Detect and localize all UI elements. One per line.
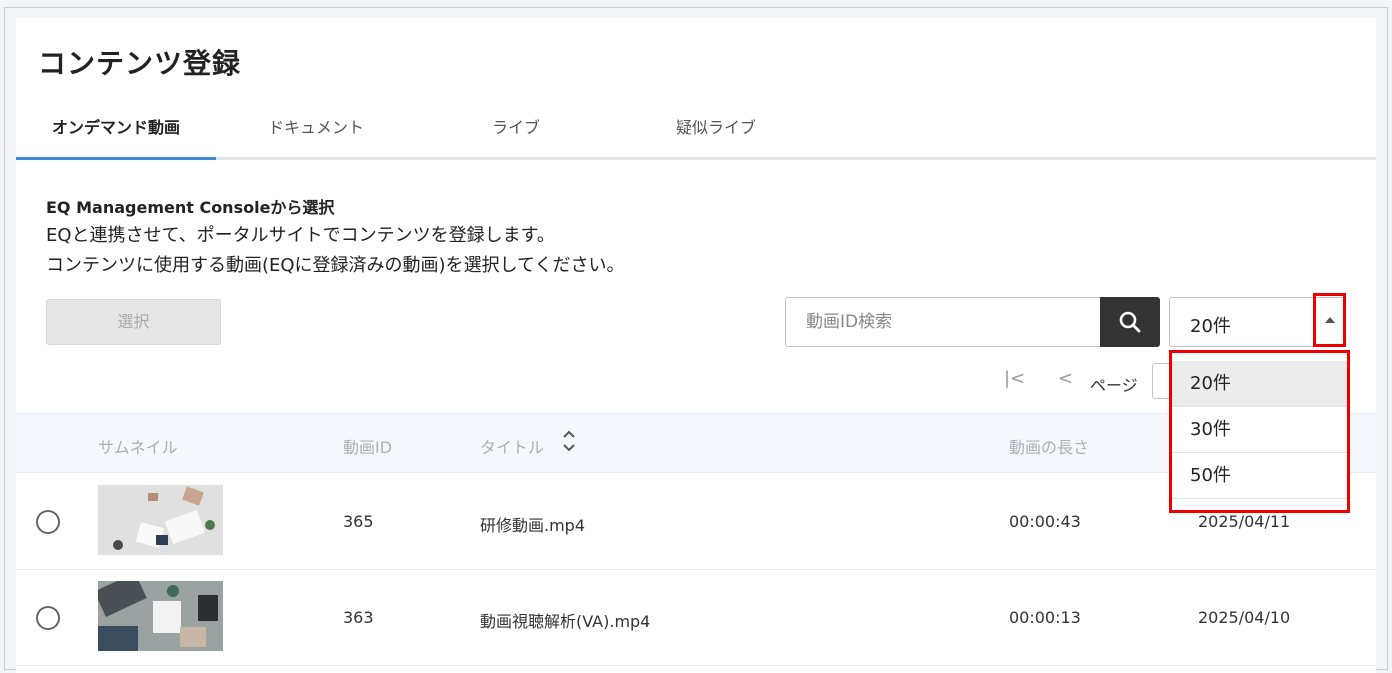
- tab-pseudo-live[interactable]: 疑似ライブ: [616, 106, 816, 160]
- row-radio[interactable]: [36, 510, 60, 534]
- search-icon: [1119, 311, 1141, 333]
- per-page-option-50[interactable]: 50件: [1172, 453, 1347, 499]
- sort-icon[interactable]: [561, 427, 577, 455]
- cell-video-id: 365: [343, 512, 374, 531]
- row-radio[interactable]: [36, 606, 60, 630]
- header-video-id: 動画ID: [343, 438, 393, 457]
- tab-bar: オンデマンド動画 ドキュメント ライブ 疑似ライブ: [16, 106, 1376, 160]
- cell-date: 2025/04/11: [1198, 512, 1291, 531]
- cell-duration: 00:00:43: [1009, 512, 1081, 531]
- header-title[interactable]: タイトル: [480, 434, 544, 458]
- cell-date: 2025/04/10: [1198, 608, 1291, 627]
- search-button[interactable]: [1100, 297, 1160, 347]
- header-duration: 動画の長さ: [1009, 438, 1090, 457]
- prev-page-icon[interactable]: <: [1058, 368, 1073, 404]
- caret-up-icon: [1324, 317, 1335, 323]
- cell-video-id: 363: [343, 608, 374, 627]
- header-thumbnail: サムネイル: [98, 438, 178, 457]
- description-line-2: コンテンツに使用する動画(EQに登録済みの動画)を選択してください。: [46, 255, 625, 276]
- per-page-option-30[interactable]: 30件: [1172, 407, 1347, 453]
- search-box: [785, 297, 1160, 347]
- table-row[interactable]: 363 動画視聴解析(VA).mp4 00:00:13 2025/04/10: [16, 570, 1376, 666]
- page-label: ページ: [1090, 376, 1138, 395]
- per-page-dropdown-toggle[interactable]: [1313, 293, 1346, 347]
- video-thumbnail: [98, 485, 223, 555]
- per-page-value: 20件: [1190, 316, 1231, 337]
- page-title: コンテンツ登録: [38, 47, 242, 80]
- active-tab-indicator: [16, 157, 216, 160]
- per-page-dropdown-menu: 20件 30件 50件: [1169, 350, 1350, 513]
- content-card: コンテンツ登録 オンデマンド動画 ドキュメント ライブ 疑似ライブ EQ Man…: [16, 18, 1376, 673]
- cell-title: 動画視聴解析(VA).mp4: [480, 612, 651, 631]
- per-page-option-20[interactable]: 20件: [1172, 361, 1347, 407]
- video-id-search-input[interactable]: [785, 297, 1101, 347]
- first-page-icon[interactable]: |<: [1004, 368, 1025, 404]
- tab-document[interactable]: ドキュメント: [216, 106, 416, 160]
- select-button[interactable]: 選択: [46, 299, 221, 345]
- video-thumbnail: [98, 581, 223, 651]
- cell-duration: 00:00:13: [1009, 608, 1081, 627]
- description-title: EQ Management Consoleから選択: [46, 198, 335, 217]
- description-line-1: EQと連携させて、ポータルサイトでコンテンツを登録します。: [46, 225, 555, 246]
- tab-on-demand-video[interactable]: オンデマンド動画: [16, 106, 216, 160]
- tab-live[interactable]: ライブ: [416, 106, 616, 160]
- cell-title: 研修動画.mp4: [480, 516, 586, 535]
